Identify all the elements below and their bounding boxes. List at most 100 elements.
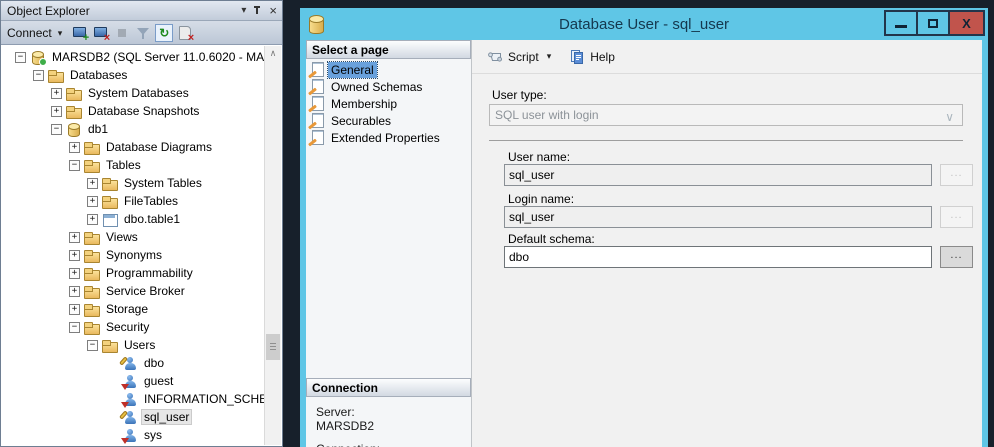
- tree-item-label: db1: [85, 121, 111, 137]
- expand-icon[interactable]: +: [69, 268, 80, 279]
- tree-item-label: Synonyms: [103, 247, 165, 263]
- tree-item-label: Service Broker: [103, 283, 188, 299]
- close-icon[interactable]: ×: [269, 6, 277, 16]
- page-item-securables[interactable]: Securables: [306, 112, 471, 129]
- server-label: Server:: [316, 405, 471, 419]
- page-item-label: Membership: [328, 96, 400, 112]
- scrollbar-thumb[interactable]: [266, 334, 280, 360]
- pin-icon[interactable]: [253, 5, 262, 16]
- expand-icon[interactable]: +: [51, 106, 62, 117]
- tree-item-database-snapshots[interactable]: + Database Snapshots: [2, 102, 281, 120]
- expand-icon[interactable]: +: [87, 196, 98, 207]
- expand-icon[interactable]: +: [87, 178, 98, 189]
- object-explorer-tree: − MARSDB2 (SQL Server 11.0.6020 - MARSD …: [2, 46, 281, 445]
- collapse-icon[interactable]: −: [51, 124, 62, 135]
- expand-icon[interactable]: +: [87, 214, 98, 225]
- object-explorer-titlebar[interactable]: Object Explorer ▾ ×: [1, 1, 282, 21]
- page-item-extended-properties[interactable]: Extended Properties: [306, 129, 471, 146]
- tree-item-views[interactable]: + Views: [2, 228, 281, 246]
- folder-icon: [48, 68, 63, 83]
- tree-item-database-diagrams[interactable]: + Database Diagrams: [2, 138, 281, 156]
- tree-item-synonyms[interactable]: + Synonyms: [2, 246, 281, 264]
- page-item-general[interactable]: General: [306, 61, 471, 78]
- tree-item-users[interactable]: − Users: [2, 336, 281, 354]
- tree-item-service-broker[interactable]: + Service Broker: [2, 282, 281, 300]
- maximize-button[interactable]: [916, 10, 950, 36]
- login-name-label: Login name:: [508, 192, 574, 206]
- collapse-icon[interactable]: −: [15, 52, 26, 63]
- script-button-label: Script: [508, 50, 539, 64]
- tree-item-label: MARSDB2 (SQL Server 11.0.6020 - MARSD: [49, 49, 281, 65]
- login-name-browse-button: ...: [940, 206, 973, 228]
- collapse-icon[interactable]: −: [69, 160, 80, 171]
- help-button[interactable]: Help: [564, 45, 620, 69]
- folder-icon: [84, 158, 99, 173]
- minimize-button[interactable]: [884, 10, 918, 36]
- database-icon: [309, 15, 324, 34]
- select-a-page-panel: Select a page General Owned Schemas Memb…: [306, 40, 472, 447]
- user-key-icon: [122, 410, 137, 425]
- tree-item-storage[interactable]: + Storage: [2, 300, 281, 318]
- filter-icon[interactable]: [134, 24, 152, 42]
- tree-item-sys[interactable]: sys: [2, 426, 281, 444]
- stop-icon: [113, 24, 131, 42]
- tree-item-security[interactable]: − Security: [2, 318, 281, 336]
- tree-item-tables[interactable]: − Tables: [2, 156, 281, 174]
- expand-icon[interactable]: +: [69, 232, 80, 243]
- connect-button[interactable]: Connect: [7, 26, 52, 40]
- folder-icon: [84, 140, 99, 155]
- tree-item-information-schema[interactable]: INFORMATION_SCHEM: [2, 390, 281, 408]
- tree-item-server[interactable]: − MARSDB2 (SQL Server 11.0.6020 - MARSD: [2, 48, 281, 66]
- user-disabled-icon: [122, 374, 137, 389]
- tree-item-sql-user[interactable]: sql_user: [2, 408, 281, 426]
- script-error-icon[interactable]: [176, 24, 194, 42]
- page-item-owned-schemas[interactable]: Owned Schemas: [306, 78, 471, 95]
- page-icon: [310, 79, 325, 94]
- table-icon: [102, 212, 117, 227]
- chevron-down-icon[interactable]: ▾: [58, 28, 63, 39]
- default-schema-field[interactable]: [504, 246, 932, 268]
- user-disabled-icon: [122, 428, 137, 443]
- user-name-label: User name:: [508, 150, 570, 164]
- collapse-icon[interactable]: −: [69, 322, 80, 333]
- connection-panel: Connection Server: MARSDB2 Connection:: [306, 378, 471, 447]
- help-icon: [569, 49, 585, 65]
- page-item-label: Extended Properties: [328, 130, 443, 146]
- collapse-icon[interactable]: −: [87, 340, 98, 351]
- tree-item-system-databases[interactable]: + System Databases: [2, 84, 281, 102]
- expand-icon[interactable]: +: [69, 286, 80, 297]
- expand-icon[interactable]: +: [69, 304, 80, 315]
- tree-item-guest[interactable]: guest: [2, 372, 281, 390]
- expand-icon[interactable]: +: [51, 88, 62, 99]
- script-button[interactable]: Script ▾: [482, 45, 556, 69]
- login-name-field: [504, 206, 932, 228]
- tree-item-label: Databases: [67, 67, 130, 83]
- refresh-icon[interactable]: [155, 24, 173, 42]
- tree-item-dbo-table1[interactable]: + dbo.table1: [2, 210, 281, 228]
- dialog-titlebar[interactable]: Database User - sql_user X: [300, 8, 988, 40]
- tree-item-filetables[interactable]: + FileTables: [2, 192, 281, 210]
- tree-item-databases[interactable]: − Databases: [2, 66, 281, 84]
- connection-header: Connection: [306, 378, 471, 397]
- expand-icon[interactable]: +: [69, 250, 80, 261]
- user-key-icon: [122, 356, 137, 371]
- tree-item-db1[interactable]: − db1: [2, 120, 281, 138]
- disconnect-icon[interactable]: [92, 24, 110, 42]
- connect-icon[interactable]: [71, 24, 89, 42]
- user-type-label: User type:: [492, 88, 547, 102]
- tree-item-system-tables[interactable]: + System Tables: [2, 174, 281, 192]
- tree-item-dbo[interactable]: dbo: [2, 354, 281, 372]
- collapse-icon[interactable]: −: [33, 70, 44, 81]
- window-position-icon[interactable]: ▾: [241, 6, 246, 16]
- expand-icon[interactable]: +: [69, 142, 80, 153]
- default-schema-browse-button[interactable]: ...: [940, 246, 973, 268]
- tree-item-programmability[interactable]: + Programmability: [2, 264, 281, 282]
- folder-icon: [66, 86, 81, 101]
- close-button[interactable]: X: [948, 10, 985, 36]
- scroll-up-icon[interactable]: ∧: [265, 46, 281, 62]
- page-item-membership[interactable]: Membership: [306, 95, 471, 112]
- user-type-combobox: SQL user with login ∨: [489, 104, 963, 126]
- dialog-title: Database User - sql_user: [559, 16, 729, 33]
- connection-label: Connection:: [316, 442, 471, 447]
- tree-scrollbar[interactable]: ∧: [264, 46, 281, 445]
